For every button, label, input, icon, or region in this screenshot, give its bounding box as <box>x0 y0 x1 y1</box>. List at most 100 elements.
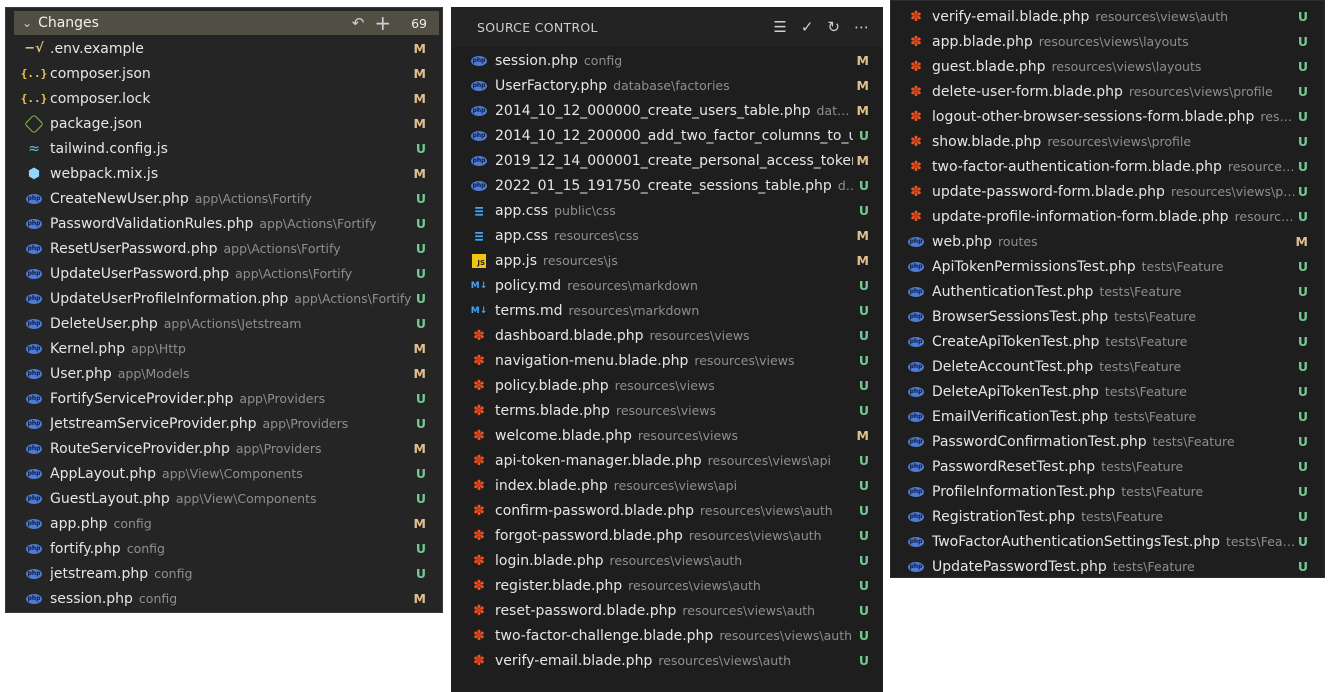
list-item[interactable]: php ApiTokenPermissionsTest.php tests\Feat… <box>908 254 1322 279</box>
list-item[interactable]: ✽ app.blade.php resources\views\layouts U <box>908 29 1322 54</box>
css-icon: ≡ <box>474 226 484 245</box>
stage-all-icon[interactable]: + <box>374 13 391 33</box>
list-item[interactable]: ≈ tailwind.config.js U <box>26 136 440 161</box>
view-as-tree-icon[interactable]: ☰ <box>773 18 786 36</box>
list-item[interactable]: php PasswordResetTest.php tests\Feature U <box>908 454 1322 479</box>
list-item[interactable]: ⬢ webpack.mix.js M <box>26 161 440 186</box>
list-item[interactable]: php FortifyServiceProvider.php app\Provide… <box>26 386 440 411</box>
list-item[interactable]: {..} composer.json M <box>21 61 440 86</box>
file-name: jetstream.php <box>50 565 149 582</box>
list-item[interactable]: −√ .env.example M <box>24 36 440 61</box>
git-status-badge: U <box>1297 34 1308 49</box>
chevron-down-icon[interactable]: ⌄ <box>22 16 32 30</box>
list-item[interactable]: php RouteServiceProvider.php app\Providers… <box>26 436 440 461</box>
list-item[interactable]: php DeleteAccountTest.php tests\Feature U <box>908 354 1322 379</box>
list-item[interactable]: php session.php config M <box>471 48 879 73</box>
list-item[interactable]: ✽ index.blade.php resources\views\api U <box>471 473 879 498</box>
list-item[interactable]: php 2014_10_12_000000_create_users_table.… <box>471 98 879 123</box>
list-item[interactable]: php 2019_12_14_000001_create_personal_acc… <box>471 148 879 173</box>
php-icon: php <box>26 218 42 229</box>
list-item[interactable]: php fortify.php config U <box>26 536 440 561</box>
git-status-badge: U <box>1297 434 1308 449</box>
list-item[interactable]: ✽ update-password-form.blade.php resources… <box>908 179 1322 204</box>
list-item[interactable]: ✽ navigation-menu.blade.php resources\view… <box>471 348 879 373</box>
more-actions-icon[interactable]: ⋯ <box>854 18 869 36</box>
list-item[interactable]: M↓ policy.md resources\markdown U <box>471 273 879 298</box>
list-item[interactable]: php 2022_01_15_191750_create_sessions_tab… <box>471 173 879 198</box>
discard-all-icon[interactable]: ↶ <box>352 14 365 32</box>
php-icon: php <box>908 361 924 372</box>
list-item[interactable]: ✽ api-token-manager.blade.php resources\vi… <box>471 448 879 473</box>
list-item[interactable]: php CreateNewUser.php app\Actions\Fortify U <box>26 186 440 211</box>
list-item[interactable]: ✽ reset-password.blade.php resources\views… <box>471 598 879 623</box>
list-item[interactable]: php CreateApiTokenTest.php tests\Feature U <box>908 329 1322 354</box>
php-icon: php <box>26 493 42 504</box>
list-item[interactable]: php RegistrationTest.php tests\Feature U <box>908 504 1322 529</box>
list-item[interactable]: ≡ app.css resources\css M <box>471 223 879 248</box>
list-item[interactable]: php UpdatePasswordTest.php tests\Feature U <box>908 554 1322 577</box>
php-icon: php <box>471 130 487 141</box>
file-name: 2014_10_12_200000_add_two_factor_columns… <box>495 127 853 144</box>
list-item[interactable]: ✽ verify-email.blade.php resources\views\a… <box>471 648 879 673</box>
list-item[interactable]: php session.php config M <box>26 586 440 611</box>
list-item[interactable]: php ProfileInformationTest.php tests\Featu… <box>908 479 1322 504</box>
list-item[interactable]: ✽ guest.blade.php resources\views\layouts U <box>908 54 1322 79</box>
file-name: TwoFactorAuthenticationSettingsTest.php <box>932 533 1220 550</box>
list-item[interactable]: php User.php app\Models M <box>26 361 440 386</box>
list-item[interactable]: php AppLayout.php app\View\Components U <box>26 461 440 486</box>
list-item[interactable]: php Kernel.php app\Http M <box>26 336 440 361</box>
file-name: RegistrationTest.php <box>932 508 1076 525</box>
list-item[interactable]: ≡ app.css public\css U <box>471 198 879 223</box>
list-item[interactable]: ✽ welcome.blade.php resources\views M <box>471 423 879 448</box>
list-item[interactable]: ✽ dashboard.blade.php resources\views U <box>471 323 879 348</box>
list-item[interactable]: ✽ register.blade.php resources\views\auth U <box>471 573 879 598</box>
list-item[interactable]: php BrowserSessionsTest.php tests\Feature U <box>908 304 1322 329</box>
list-item[interactable]: php jetstream.php config U <box>26 561 440 586</box>
commit-check-icon[interactable]: ✓ <box>801 18 814 36</box>
changes-header[interactable]: ⌄ Changes ↶ + 69 <box>14 11 439 35</box>
file-path: resources\views\profile <box>1128 84 1273 99</box>
list-item[interactable]: php TwoFactorAuthenticationSettingsTest.p… <box>908 529 1322 554</box>
list-item[interactable]: php PasswordConfirmationTest.php tests\Fea… <box>908 429 1322 454</box>
list-item[interactable]: php UpdateUserProfileInformation.php app\A… <box>26 286 440 311</box>
list-item[interactable]: ✽ login.blade.php resources\views\auth U <box>471 548 879 573</box>
list-item[interactable]: ✽ logout-other-browser-sessions-form.blad… <box>908 104 1322 129</box>
file-name: guest.blade.php <box>932 58 1046 75</box>
list-item[interactable]: php 2014_10_12_200000_add_two_factor_colu… <box>471 123 879 148</box>
list-item[interactable]: ✽ confirm-password.blade.php resources\vie… <box>471 498 879 523</box>
list-item[interactable]: ✽ forgot-password.blade.php resources\view… <box>471 523 879 548</box>
list-item[interactable]: php GuestLayout.php app\View\Components U <box>26 486 440 511</box>
list-item[interactable]: php JetstreamServiceProvider.php app\Provi… <box>26 411 440 436</box>
list-item[interactable]: php AuthenticationTest.php tests\Feature U <box>908 279 1322 304</box>
laravel-blade-icon: ✽ <box>473 577 485 594</box>
list-item[interactable]: package.json M <box>24 111 440 136</box>
list-item[interactable]: php web.php routes M <box>908 229 1322 254</box>
list-item[interactable]: php ResetUserPassword.php app\Actions\Fort… <box>26 236 440 261</box>
list-item[interactable]: php PasswordValidationRules.php app\Action… <box>26 211 440 236</box>
file-path: config <box>154 566 193 581</box>
php-icon: php <box>26 418 42 429</box>
list-item[interactable]: ✽ two-factor-challenge.blade.php resources… <box>471 623 879 648</box>
list-item[interactable]: ✽ terms.blade.php resources\views U <box>471 398 879 423</box>
list-item[interactable]: ✽ delete-user-form.blade.php resources\vie… <box>908 79 1322 104</box>
list-item[interactable]: ✽ policy.blade.php resources\views U <box>471 373 879 398</box>
list-item[interactable]: php EmailVerificationTest.php tests\Featur… <box>908 404 1322 429</box>
list-item[interactable]: M↓ terms.md resources\markdown U <box>471 298 879 323</box>
list-item[interactable]: php DeleteApiTokenTest.php tests\Feature U <box>908 379 1322 404</box>
list-item[interactable]: php UserFactory.php database\factories M <box>471 73 879 98</box>
git-status-badge: M <box>856 103 869 118</box>
list-item[interactable]: ✽ verify-email.blade.php resources\views\a… <box>908 4 1322 29</box>
list-item[interactable]: ✽ show.blade.php resources\views\profile U <box>908 129 1322 154</box>
refresh-icon[interactable]: ↻ <box>827 18 840 36</box>
php-icon: php <box>26 293 42 304</box>
list-item[interactable]: ✽ two-factor-authentication-form.blade.ph… <box>908 154 1322 179</box>
list-item[interactable]: php DeleteUser.php app\Actions\Jetstream U <box>26 311 440 336</box>
list-item[interactable]: {..} composer.lock M <box>21 86 440 111</box>
list-item[interactable]: ✽ update-profile-information-form.blade.p… <box>908 204 1322 229</box>
file-name: 2014_10_12_000000_create_users_table.php <box>495 102 811 119</box>
file-path: resources\views <box>694 353 795 368</box>
list-item[interactable]: php app.php config M <box>26 511 440 536</box>
list-item[interactable]: JS app.js resources\js M <box>471 248 879 273</box>
list-item[interactable]: php UpdateUserPassword.php app\Actions\For… <box>26 261 440 286</box>
git-status-badge: U <box>858 553 869 568</box>
